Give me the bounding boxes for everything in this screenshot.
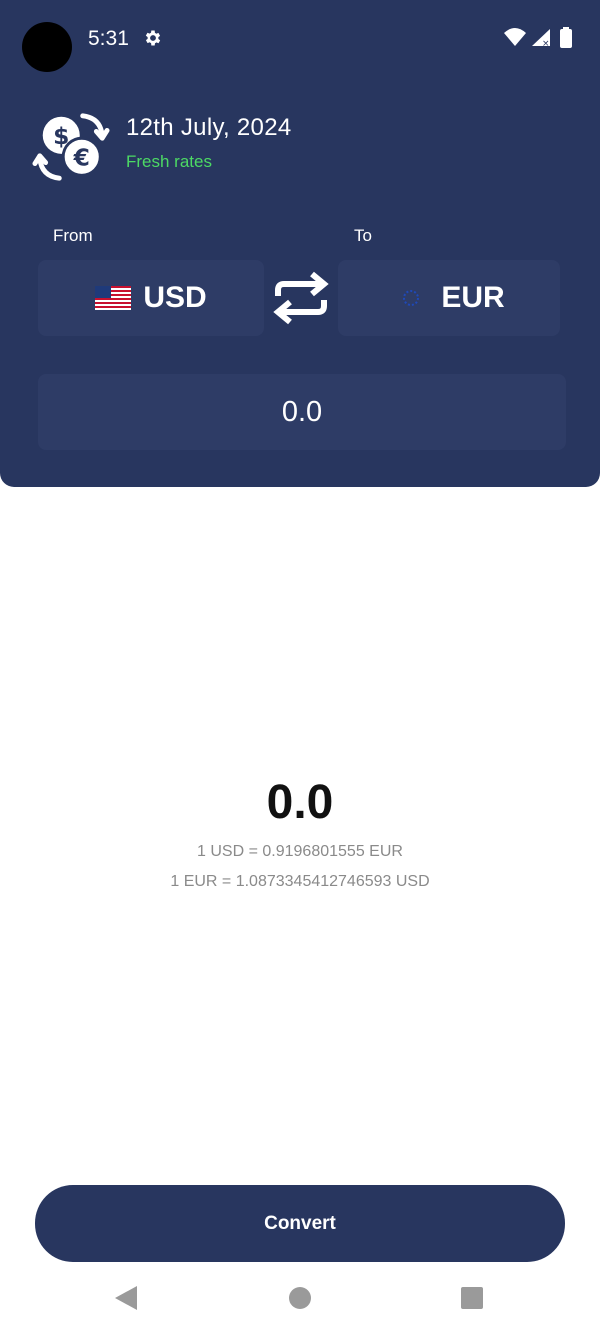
- to-currency-code: EUR: [441, 281, 505, 314]
- back-icon[interactable]: [113, 1284, 139, 1312]
- rate-line-eur-usd: 1 EUR = 1.0873345412746593 USD: [170, 873, 430, 890]
- eu-flag-icon: [403, 290, 420, 306]
- to-label: To: [354, 226, 372, 245]
- us-flag-icon: [95, 286, 132, 310]
- convert-button[interactable]: Convert: [35, 1185, 565, 1262]
- from-currency-code: USD: [143, 281, 207, 314]
- rate-line-usd-eur: 1 USD = 0.9196801555 EUR: [197, 843, 403, 860]
- recents-icon[interactable]: [461, 1287, 483, 1309]
- currency-exchange-icon: $ €: [32, 113, 110, 181]
- status-time: 5:31: [88, 27, 129, 50]
- svg-text:€: €: [73, 144, 90, 172]
- home-icon[interactable]: [289, 1287, 311, 1309]
- from-label: From: [53, 226, 93, 245]
- amount-input[interactable]: 0.0: [38, 374, 566, 450]
- wifi-icon: [504, 28, 526, 46]
- status-bar: 5:31 ×: [0, 0, 600, 76]
- camera-cutout: [22, 22, 72, 72]
- battery-icon: [560, 27, 572, 48]
- svg-text:×: ×: [542, 39, 550, 49]
- swap-icon[interactable]: [270, 268, 332, 328]
- rates-status: Fresh rates: [126, 152, 212, 171]
- convert-button-label: Convert: [264, 1212, 336, 1234]
- amount-value: 0.0: [281, 395, 323, 428]
- system-status-icons: ×: [504, 27, 572, 49]
- from-currency-selector[interactable]: USD: [38, 260, 264, 336]
- converted-result: 0.0: [266, 776, 334, 829]
- settings-icon: [145, 30, 161, 46]
- signal-icon: ×: [532, 29, 550, 49]
- to-currency-selector[interactable]: EUR: [338, 260, 560, 336]
- rates-date: 12th July, 2024: [126, 114, 292, 141]
